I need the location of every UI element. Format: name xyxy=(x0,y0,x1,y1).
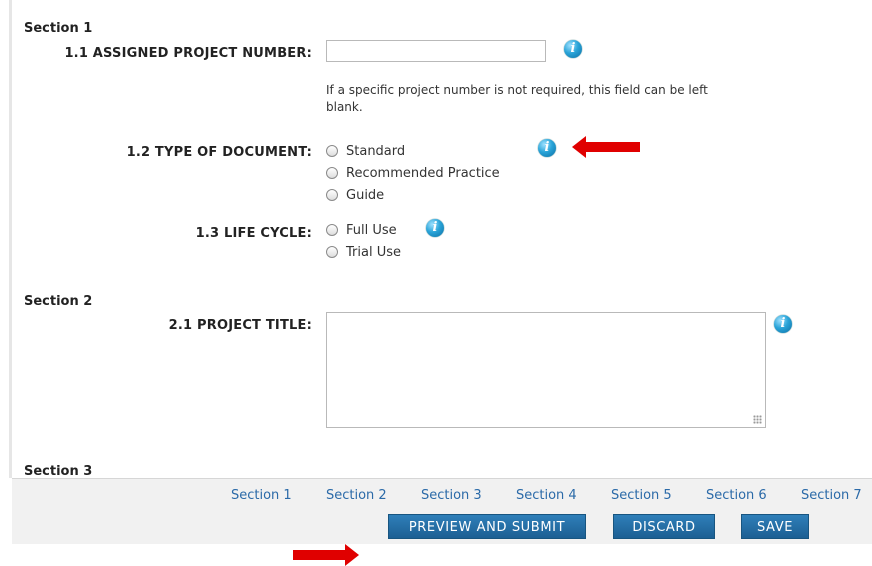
option-label: Full Use xyxy=(346,222,397,238)
section-link-3[interactable]: Section 3 xyxy=(421,488,516,503)
resize-grip-icon[interactable] xyxy=(753,415,762,424)
life-cycle-option-trial-use[interactable]: Trial Use xyxy=(326,242,401,262)
project-title-textarea[interactable] xyxy=(326,312,766,428)
radio-button[interactable] xyxy=(326,224,338,236)
radio-button[interactable] xyxy=(326,246,338,258)
info-icon[interactable]: i xyxy=(538,139,556,157)
option-label: Recommended Practice xyxy=(346,165,500,181)
section-link-5[interactable]: Section 5 xyxy=(611,488,706,503)
option-label: Guide xyxy=(346,187,385,203)
section-1-heading: Section 1 xyxy=(24,21,93,36)
radio-button[interactable] xyxy=(326,145,338,157)
type-of-document-label: 1.2 TYPE OF DOCUMENT: xyxy=(126,145,312,160)
assigned-project-number-label: 1.1 ASSIGNED PROJECT NUMBER: xyxy=(64,46,312,61)
life-cycle-label: 1.3 LIFE CYCLE: xyxy=(195,226,312,241)
option-label: Standard xyxy=(346,143,406,159)
radio-button[interactable] xyxy=(326,167,338,179)
preview-and-submit-button[interactable]: PREVIEW AND SUBMIT xyxy=(388,514,586,539)
radio-button[interactable] xyxy=(326,189,338,201)
discard-button[interactable]: DISCARD xyxy=(613,514,715,539)
info-icon[interactable]: i xyxy=(426,219,444,237)
section-link-6[interactable]: Section 6 xyxy=(706,488,801,503)
section-link-4[interactable]: Section 4 xyxy=(516,488,611,503)
assigned-project-number-input[interactable] xyxy=(326,40,546,62)
option-label: Trial Use xyxy=(346,244,401,260)
section-link-1[interactable]: Section 1 xyxy=(231,488,326,503)
section-3-heading: Section 3 xyxy=(24,464,93,479)
section-link-2[interactable]: Section 2 xyxy=(326,488,421,503)
save-button[interactable]: SAVE xyxy=(741,514,809,539)
section-2-heading: Section 2 xyxy=(24,294,93,309)
info-icon[interactable]: i xyxy=(774,315,792,333)
project-title-label: 2.1 PROJECT TITLE: xyxy=(168,318,312,333)
section-link-7[interactable]: Section 7 xyxy=(801,488,862,503)
doc-type-option-recommended-practice[interactable]: Recommended Practice xyxy=(326,163,500,183)
red-arrow-icon xyxy=(293,544,359,566)
red-arrow-icon xyxy=(572,136,640,158)
info-icon[interactable]: i xyxy=(564,40,582,58)
doc-type-option-standard[interactable]: Standard xyxy=(326,141,405,161)
section-nav: Section 1 Section 2 Section 3 Section 4 … xyxy=(231,488,862,503)
project-number-help-text: If a specific project number is not requ… xyxy=(326,83,708,114)
left-border xyxy=(9,0,12,478)
life-cycle-option-full-use[interactable]: Full Use xyxy=(326,220,397,240)
doc-type-option-guide[interactable]: Guide xyxy=(326,185,384,205)
